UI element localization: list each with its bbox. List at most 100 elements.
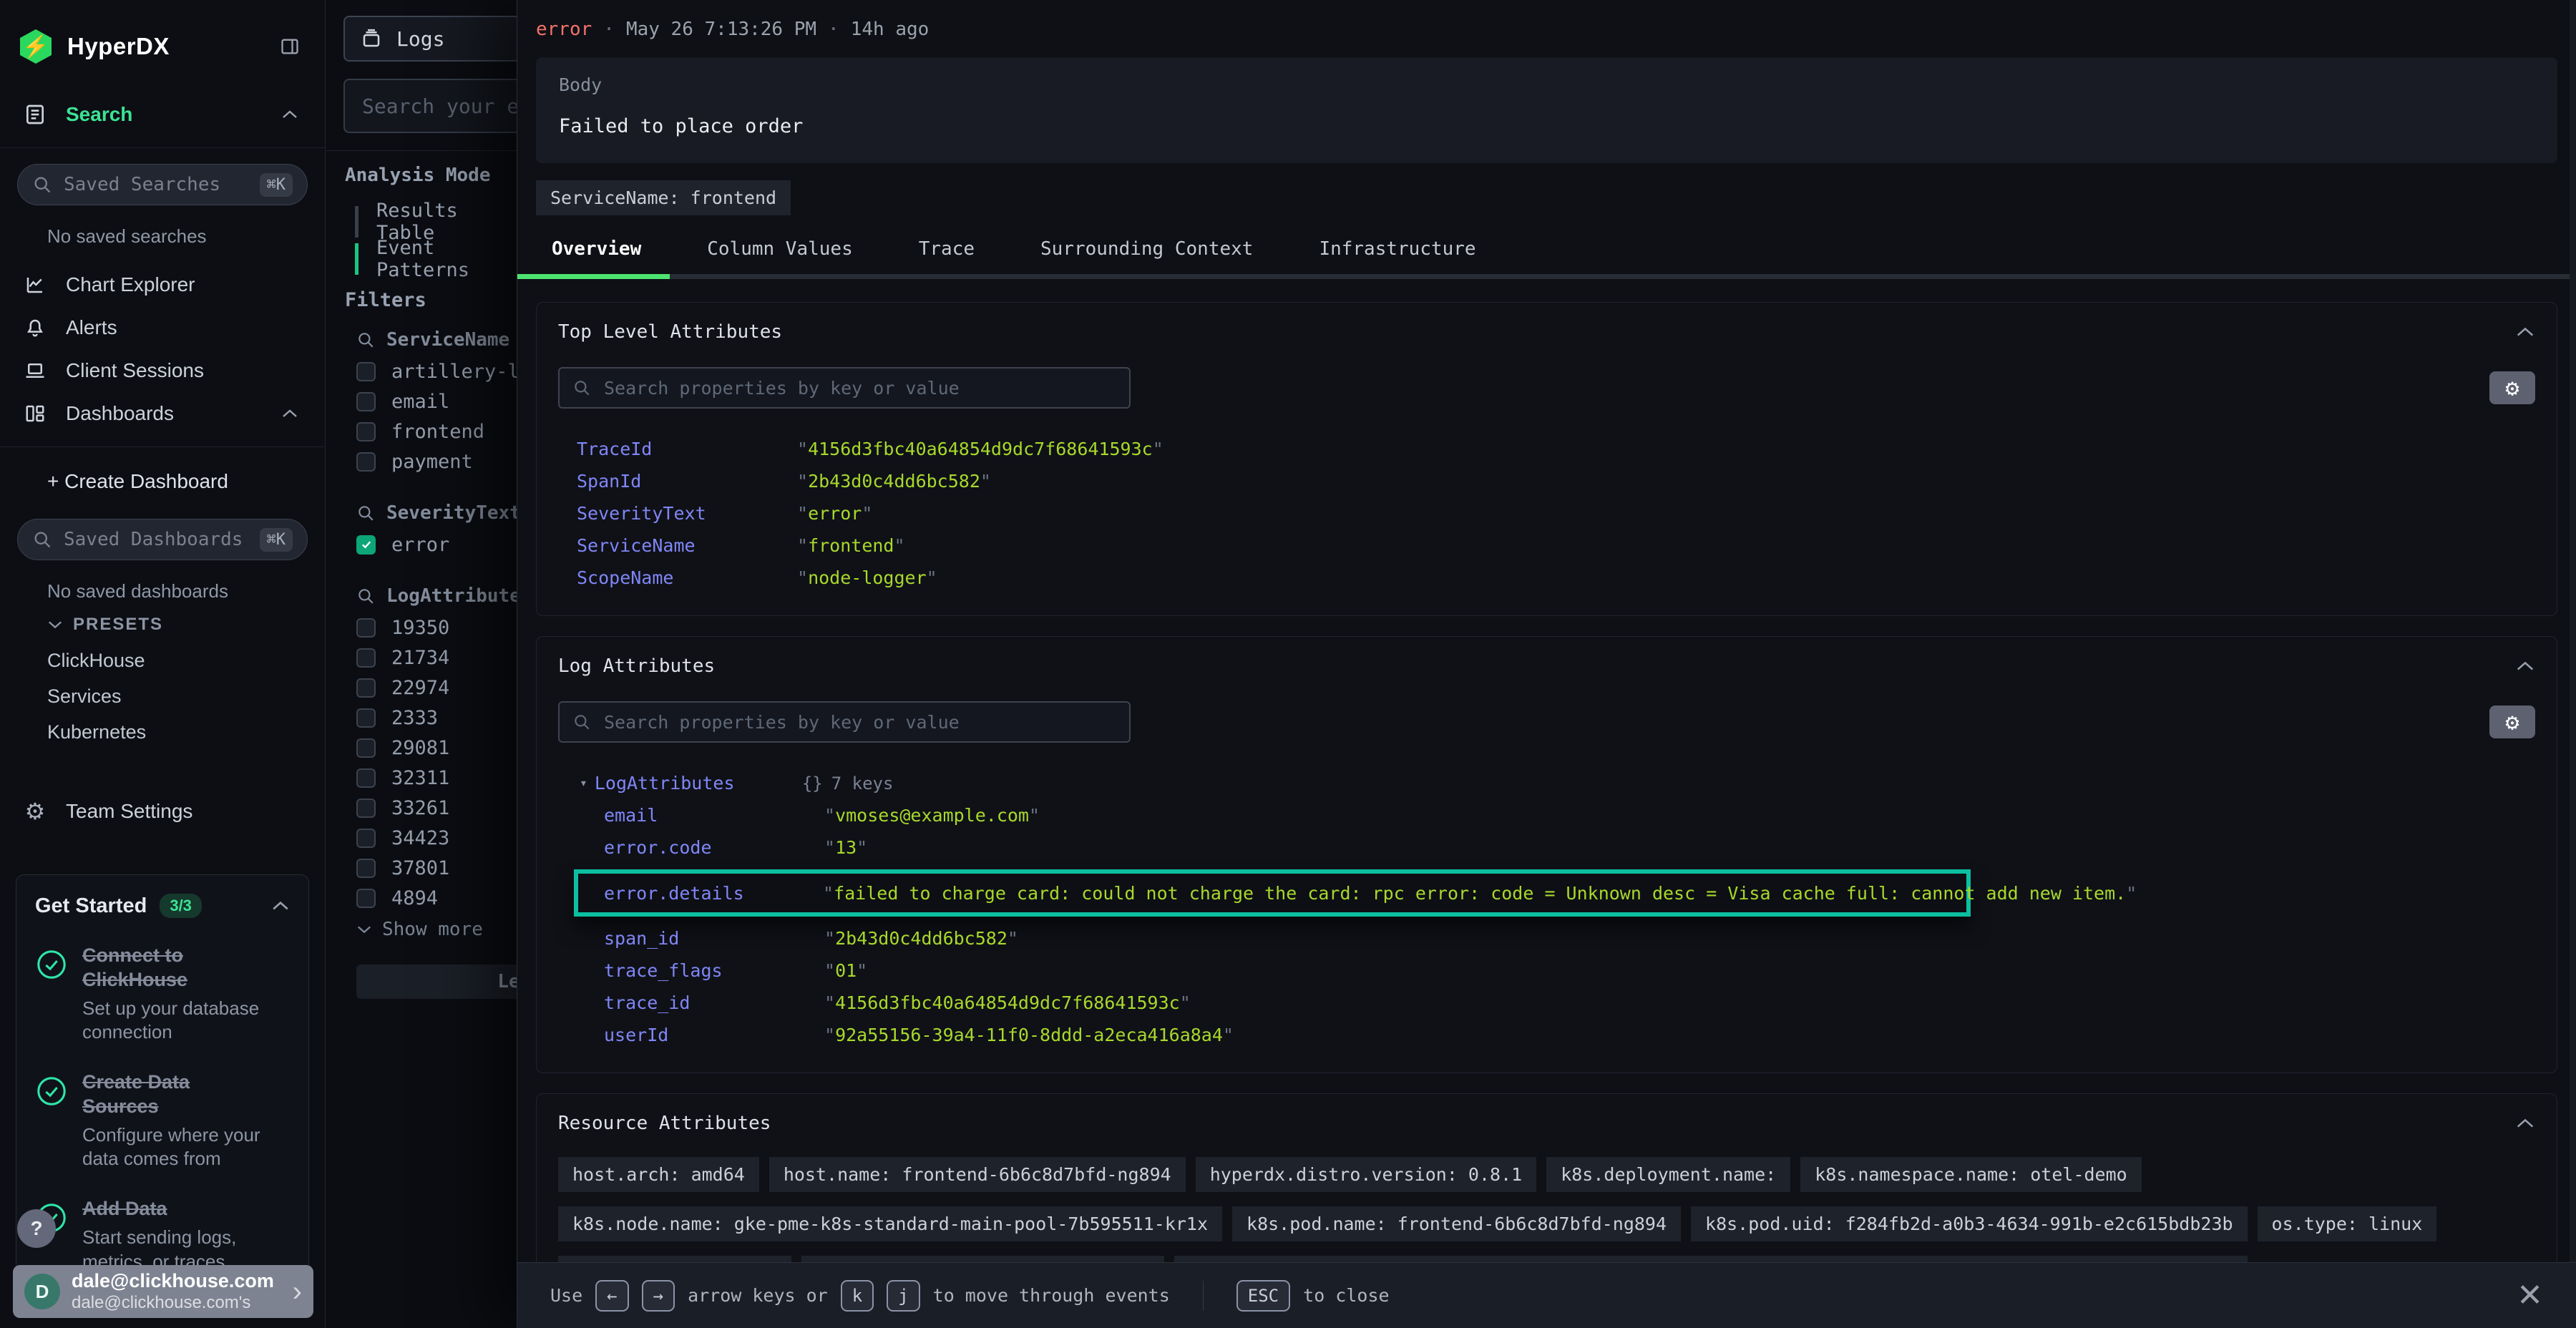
checkbox[interactable] [356, 889, 376, 908]
property-search-input[interactable]: Search properties by key or value [558, 701, 1131, 743]
filter-option[interactable]: frontend [356, 416, 517, 446]
attribute-key[interactable]: ScopeName [577, 567, 797, 588]
tab-column-values[interactable]: Column Values [707, 238, 853, 260]
arrow-left-key[interactable]: ← [595, 1280, 628, 1312]
sidebar-item-chart-explorer[interactable]: Chart Explorer [0, 263, 325, 306]
resource-chip[interactable]: k8s.namespace.name: otel-demo [1800, 1157, 2142, 1192]
resource-chip[interactable]: os.version: 6.6.72+ [558, 1256, 791, 1262]
chevron-up-icon[interactable] [2515, 660, 2535, 672]
chevron-up-icon[interactable] [275, 109, 305, 120]
get-started-item[interactable]: Connect to ClickHouse Set up your databa… [35, 944, 290, 1045]
checkbox[interactable] [356, 422, 376, 441]
checkbox[interactable] [356, 768, 376, 788]
less-filters-button[interactable]: Less fil [356, 965, 517, 999]
sidebar-item-kubernetes[interactable]: Kubernetes [0, 714, 325, 750]
j-key[interactable]: j [887, 1280, 919, 1312]
resource-chip[interactable]: process.command args: ["/usr/local/bin/n… [1174, 1256, 2248, 1262]
attribute-value[interactable]: error [797, 503, 872, 524]
attribute-key[interactable]: TraceId [577, 439, 797, 459]
filter-option[interactable]: artillery-loa [356, 356, 517, 386]
attribute-value[interactable]: failed to charge card: could not charge … [823, 883, 2137, 904]
saved-searches-input[interactable]: Saved Searches ⌘K [17, 164, 308, 205]
resource-chip[interactable]: hyperdx.distro.version: 0.8.1 [1196, 1157, 1537, 1192]
sidebar-item-dashboards[interactable]: Dashboards [0, 392, 325, 435]
attribute-key[interactable]: SeverityText [577, 503, 797, 524]
checkbox[interactable] [356, 618, 376, 638]
checkbox[interactable] [356, 452, 376, 472]
filter-option[interactable]: 33261 [356, 793, 517, 823]
attribute-value[interactable]: 4156d3fbc40a64854d9dc7f68641593c [824, 992, 1191, 1013]
resource-chip[interactable]: k8s.deployment.name: [1546, 1157, 1790, 1192]
checkbox[interactable] [356, 859, 376, 878]
tab-trace[interactable]: Trace [919, 238, 975, 260]
settings-button[interactable]: ⚙ [2489, 706, 2535, 738]
attribute-value[interactable]: 4156d3fbc40a64854d9dc7f68641593c [797, 439, 1163, 459]
sidebar-item-search[interactable]: Search [0, 93, 325, 136]
filter-option[interactable]: 2333 [356, 703, 517, 733]
source-select-button[interactable]: Logs [343, 16, 517, 62]
show-more-button[interactable]: Show more [356, 913, 517, 946]
get-started-item[interactable]: Create Data Sources Configure where your… [35, 1070, 290, 1171]
event-search-input[interactable]: Search your ev [343, 79, 517, 133]
attribute-tree-root[interactable]: ▾ LogAttributes 7 keys [558, 767, 2535, 799]
attribute-value[interactable]: 13 [824, 837, 867, 858]
filter-option[interactable]: 19350 [356, 612, 517, 643]
saved-dashboards-input[interactable]: Saved Dashboards ⌘K [17, 519, 308, 560]
attribute-key[interactable]: span_id [604, 928, 824, 949]
filter-option[interactable]: 32311 [356, 763, 517, 793]
checkbox[interactable] [356, 678, 376, 698]
checkbox-checked[interactable] [356, 535, 376, 555]
attribute-value[interactable]: 2b43d0c4dd6bc582 [824, 928, 1018, 949]
chevron-up-icon[interactable] [2515, 326, 2535, 338]
filter-option[interactable]: 4894 [356, 883, 517, 913]
property-search-input[interactable]: Search properties by key or value [558, 367, 1131, 409]
sidebar-item-clickhouse[interactable]: ClickHouse [0, 643, 325, 678]
attribute-key[interactable]: error.details [604, 883, 823, 904]
resource-chip[interactable]: k8s.pod.name: frontend-6b6c8d7bfd-ng894 [1232, 1206, 1681, 1241]
attribute-key[interactable]: userId [604, 1025, 824, 1045]
filter-option[interactable]: email [356, 386, 517, 416]
attribute-value[interactable]: 2b43d0c4dd6bc582 [797, 471, 991, 492]
attribute-key[interactable]: SpanId [577, 471, 797, 492]
attribute-key[interactable]: error.code [604, 837, 824, 858]
collapse-triangle-icon[interactable]: ▾ [580, 776, 587, 791]
close-icon[interactable]: ✕ [2517, 1277, 2543, 1314]
attribute-key[interactable]: email [604, 805, 824, 826]
attribute-value[interactable]: vmoses@example.com [824, 805, 1040, 826]
sidebar-item-team-settings[interactable]: ⚙ Team Settings [0, 790, 325, 833]
attribute-value[interactable]: node-logger [797, 567, 937, 588]
attribute-key[interactable]: trace_flags [604, 960, 824, 981]
checkbox[interactable] [356, 708, 376, 728]
attribute-value[interactable]: frontend [797, 535, 905, 556]
tab-surrounding-context[interactable]: Surrounding Context [1040, 238, 1253, 260]
resource-chip[interactable]: host.name: frontend-6b6c8d7bfd-ng894 [769, 1157, 1186, 1192]
filter-option[interactable]: 34423 [356, 823, 517, 853]
filter-option[interactable]: 22974 [356, 673, 517, 703]
settings-button[interactable]: ⚙ [2489, 371, 2535, 404]
checkbox[interactable] [356, 799, 376, 818]
resource-chip[interactable]: process.command: /app/server.js [801, 1256, 1164, 1262]
chevron-up-icon[interactable] [271, 900, 290, 912]
mode-event-patterns[interactable]: Event Patterns [355, 240, 517, 278]
resource-chip[interactable]: host.arch: amd64 [558, 1157, 759, 1192]
sidebar-item-alerts[interactable]: Alerts [0, 306, 325, 349]
help-button[interactable]: ? [17, 1209, 56, 1248]
sidebar-item-client-sessions[interactable]: Client Sessions [0, 349, 325, 392]
arrow-right-key[interactable]: → [642, 1280, 675, 1312]
mode-results-table[interactable]: Results Table [355, 203, 517, 240]
attribute-value[interactable]: 01 [824, 960, 867, 981]
tab-infrastructure[interactable]: Infrastructure [1319, 238, 1475, 260]
sidebar-item-services[interactable]: Services [0, 678, 325, 714]
service-tag[interactable]: ServiceName: frontend [536, 180, 791, 215]
filter-option[interactable]: 37801 [356, 853, 517, 883]
resource-chip[interactable]: k8s.node.name: gke-pme-k8s-standard-main… [558, 1206, 1222, 1241]
chevron-up-icon[interactable] [275, 408, 305, 419]
attribute-value[interactable]: 92a55156-39a4-11f0-8ddd-a2eca416a8a4 [824, 1025, 1234, 1045]
checkbox[interactable] [356, 362, 376, 381]
chevron-up-icon[interactable] [2515, 1118, 2535, 1129]
resource-chip[interactable]: os.type: linux [2258, 1206, 2437, 1241]
filter-option[interactable]: error [356, 529, 517, 560]
attribute-key[interactable]: ServiceName [577, 535, 797, 556]
user-account-chip[interactable]: D dale@clickhouse.com dale@clickhouse.co… [13, 1265, 313, 1318]
resource-chip[interactable]: k8s.pod.uid: f284fb2d-a0b3-4634-991b-e2c… [1691, 1206, 2248, 1241]
